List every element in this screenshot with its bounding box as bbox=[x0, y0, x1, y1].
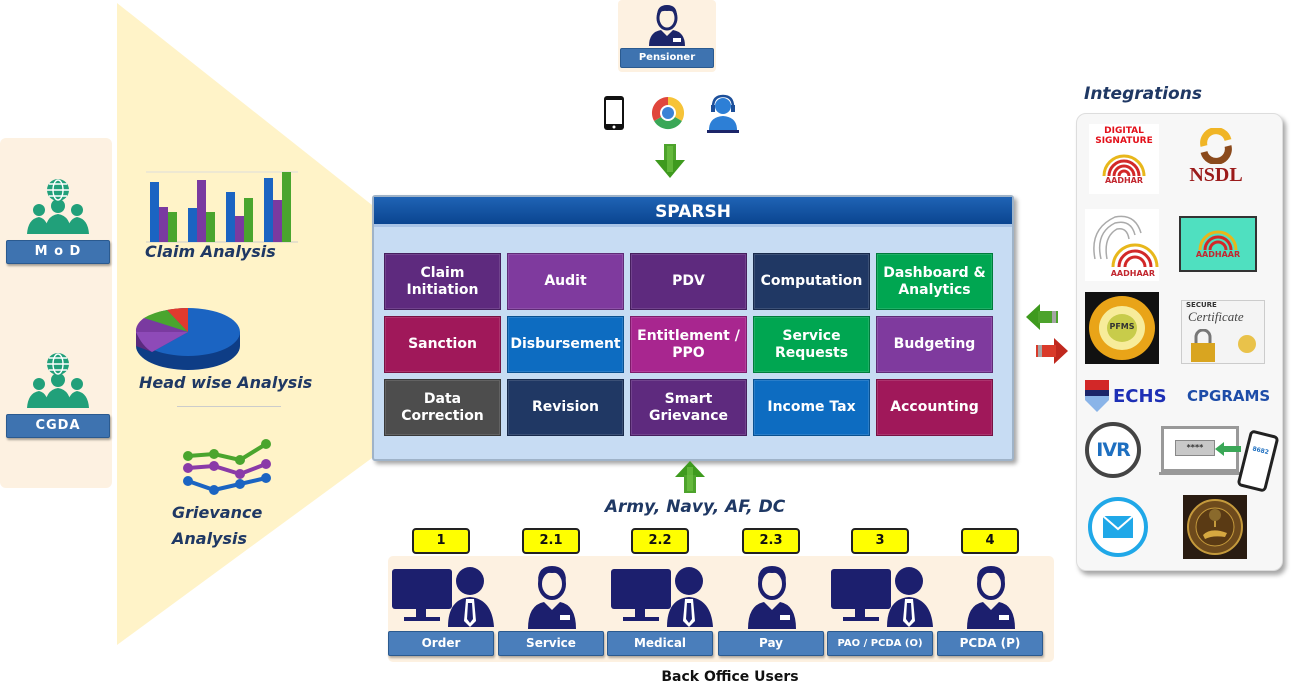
back-office-user-pay[interactable]: Pay bbox=[718, 631, 824, 656]
back-office-user-pcda-p[interactable]: PCDA (P) bbox=[937, 631, 1043, 656]
pfms-logo[interactable]: PFMS bbox=[1085, 292, 1159, 364]
digital-signature-logo[interactable]: DIGITAL SIGNATURE AADHAR bbox=[1089, 124, 1159, 194]
cpgrams-logo[interactable]: CPGRAMS bbox=[1187, 382, 1277, 410]
claim-analysis-label: Claim Analysis bbox=[145, 242, 276, 261]
logo-text: NSDL bbox=[1189, 164, 1243, 186]
arrow-up-icon bbox=[675, 461, 705, 493]
stakeholder-cgda[interactable]: CGDA bbox=[6, 350, 110, 438]
people-globe-icon bbox=[27, 179, 89, 234]
logo-text: IVR bbox=[1096, 439, 1130, 461]
otp-masked-text: **** bbox=[1175, 440, 1215, 456]
logo-text: PFMS bbox=[1109, 322, 1135, 331]
rbi-seal-icon bbox=[1187, 499, 1243, 555]
nsdl-logo[interactable]: NSDL bbox=[1183, 124, 1249, 194]
logo-text: SECURE bbox=[1186, 301, 1217, 309]
officer-icon bbox=[742, 563, 802, 629]
officer-icon bbox=[961, 563, 1021, 629]
grievance-analysis-label: Grievance Analysis bbox=[172, 503, 263, 548]
aadhaar-fingerprint-icon bbox=[1198, 230, 1238, 250]
mobile-phone-icon[interactable] bbox=[603, 95, 625, 131]
logo-text: DIGITAL bbox=[1104, 126, 1144, 136]
otp-code-text: 8682 bbox=[1251, 445, 1270, 457]
officer-icon bbox=[522, 563, 582, 629]
module-tile-accounting[interactable]: Accounting bbox=[876, 379, 993, 436]
padlock-icon bbox=[1191, 329, 1215, 362]
module-tile-disbursement[interactable]: Disbursement bbox=[507, 316, 624, 373]
bar-chart-icon bbox=[146, 171, 298, 243]
module-tile-budgeting[interactable]: Budgeting bbox=[876, 316, 993, 373]
module-tile-dashboard-analytics[interactable]: Dashboard & Analytics bbox=[876, 253, 993, 310]
logo-text: ECHS bbox=[1113, 385, 1167, 407]
aadhaar-biometric-logo[interactable]: AADHAAR bbox=[1085, 209, 1159, 281]
module-tile-claim-initiation[interactable]: Claim Initiation bbox=[384, 253, 501, 310]
module-tile-revision[interactable]: Revision bbox=[507, 379, 624, 436]
integrations-title: Integrations bbox=[1084, 84, 1202, 104]
module-tile-audit[interactable]: Audit bbox=[507, 253, 624, 310]
nsdl-swirl-icon bbox=[1200, 128, 1232, 164]
module-tile-smart-grievance[interactable]: Smart Grievance bbox=[630, 379, 747, 436]
desktop-user-icon bbox=[388, 563, 496, 629]
back-office-user-order[interactable]: Order bbox=[388, 631, 494, 656]
forces-label: Army, Navy, AF, DC bbox=[604, 497, 786, 517]
chrome-browser-icon[interactable] bbox=[651, 96, 685, 130]
step-badge: 2.2 bbox=[631, 528, 689, 554]
ivr-logo[interactable]: IVR bbox=[1085, 422, 1145, 482]
stakeholder-label: CGDA bbox=[6, 414, 110, 438]
line-chart-icon bbox=[183, 439, 271, 495]
back-office-user-pao-pcda-o[interactable]: PAO / PCDA (O) bbox=[827, 631, 933, 656]
step-badge: 4 bbox=[961, 528, 1019, 554]
desktop-user-icon bbox=[827, 563, 935, 629]
module-grid: Claim Initiation Audit PDV Computation Dashb… bbox=[384, 253, 993, 436]
fingerprint-icon bbox=[1093, 215, 1159, 268]
aadhaar-card-logo[interactable]: AADHAAR bbox=[1179, 216, 1257, 272]
step-badge: 2.3 bbox=[742, 528, 800, 554]
aadhaar-fingerprint-icon bbox=[1102, 154, 1146, 176]
module-tile-data-correction[interactable]: Data Correction bbox=[384, 379, 501, 436]
logo-text: AADHAR bbox=[1104, 176, 1144, 185]
arrow-down-icon bbox=[655, 144, 685, 178]
sparsh-title: SPARSH bbox=[374, 197, 1012, 227]
module-tile-service-requests[interactable]: Service Requests bbox=[753, 316, 870, 373]
step-badge: 1 bbox=[412, 528, 470, 554]
logo-text: AADHAAR bbox=[1195, 250, 1241, 259]
otp-verification-logo[interactable]: **** 8682 bbox=[1159, 422, 1280, 500]
email-icon bbox=[1088, 497, 1148, 557]
stakeholder-label: M o D bbox=[6, 240, 110, 264]
stakeholder-panel: M o D CGDA bbox=[0, 138, 112, 488]
secure-certificate-logo[interactable]: SECURE Certificate bbox=[1181, 300, 1265, 364]
logo-text: Certificate bbox=[1188, 309, 1244, 324]
officer-icon bbox=[649, 5, 685, 46]
integrations-panel: DIGITAL SIGNATURE AADHAR NSDL AADHAAR AA… bbox=[1076, 113, 1283, 571]
back-office-caption: Back Office Users bbox=[661, 669, 799, 685]
stakeholder-mod[interactable]: M o D bbox=[6, 176, 110, 264]
echs-logo[interactable]: ECHS bbox=[1085, 378, 1187, 414]
divider bbox=[177, 406, 281, 407]
arrow-right-icon bbox=[1036, 338, 1068, 364]
logo-text: SIGNATURE bbox=[1095, 136, 1153, 146]
arrow-left-icon bbox=[1215, 442, 1241, 456]
echs-emblem-icon bbox=[1085, 380, 1109, 412]
email-logo[interactable] bbox=[1087, 496, 1149, 558]
arrow-left-icon bbox=[1026, 304, 1058, 330]
pensioner-label: Pensioner bbox=[620, 48, 714, 68]
sparsh-platform: SPARSH Claim Initiation Audit PDV Computati… bbox=[372, 195, 1014, 461]
pensioner-card[interactable]: Pensioner bbox=[618, 0, 716, 72]
back-office-user-service[interactable]: Service bbox=[498, 631, 604, 656]
head-wise-analysis-label: Head wise Analysis bbox=[139, 373, 313, 392]
back-office-user-medical[interactable]: Medical bbox=[607, 631, 713, 656]
people-globe-icon bbox=[27, 353, 89, 408]
module-tile-income-tax[interactable]: Income Tax bbox=[753, 379, 870, 436]
headset-agent-icon[interactable] bbox=[706, 94, 740, 134]
step-badge: 2.1 bbox=[522, 528, 580, 554]
pie-chart-icon bbox=[135, 308, 240, 370]
module-tile-pdv[interactable]: PDV bbox=[630, 253, 747, 310]
rbi-logo[interactable] bbox=[1183, 495, 1247, 559]
step-badge: 3 bbox=[851, 528, 909, 554]
logo-text: CPGRAMS bbox=[1187, 387, 1271, 405]
module-tile-entitlement-ppo[interactable]: Entitlement / PPO bbox=[630, 316, 747, 373]
module-tile-sanction[interactable]: Sanction bbox=[384, 316, 501, 373]
desktop-user-icon bbox=[607, 563, 715, 629]
logo-text: AADHAAR bbox=[1110, 269, 1155, 278]
module-tile-computation[interactable]: Computation bbox=[753, 253, 870, 310]
